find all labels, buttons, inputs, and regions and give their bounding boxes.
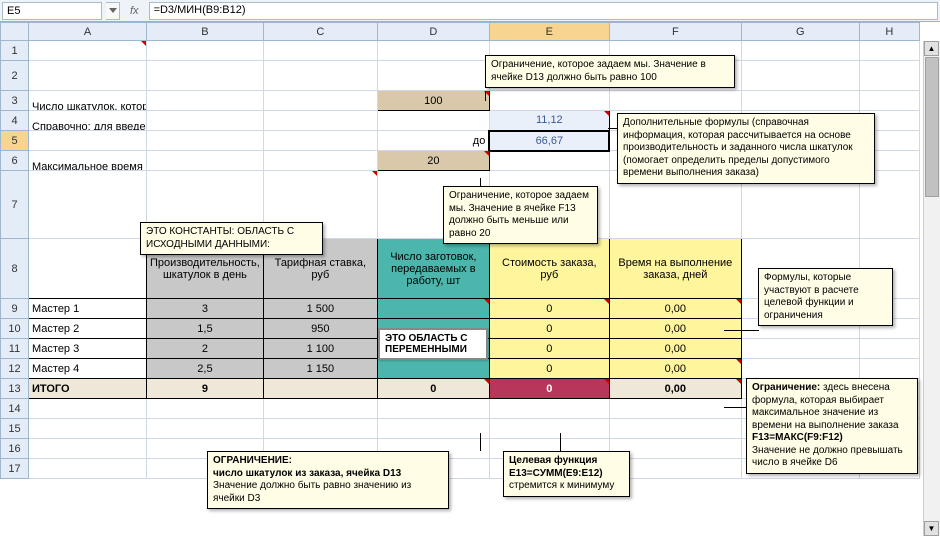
name-box-dropdown[interactable]: [106, 2, 120, 20]
cell-A10[interactable]: Мастер 2: [29, 319, 147, 339]
connector-line: [560, 433, 561, 451]
scroll-up-button[interactable]: ▲: [924, 41, 939, 56]
connector-line: [724, 407, 746, 408]
cell-A4[interactable]: Справочно: для введенного числа шкатулок…: [29, 111, 147, 131]
cell-B13[interactable]: 9: [147, 379, 264, 399]
col-header-G[interactable]: G: [741, 23, 859, 41]
cell-B9[interactable]: 3: [147, 299, 264, 319]
comment-formulas: Формулы, которые участвуют в расчете цел…: [758, 268, 893, 326]
cell-E5-selected[interactable]: 66,67: [489, 131, 609, 151]
vertical-scrollbar[interactable]: ▲ ▼: [923, 41, 940, 536]
col-header-F[interactable]: F: [609, 23, 741, 41]
formula-input[interactable]: =D3/МИН(B9:B12): [149, 2, 938, 20]
cell-C9[interactable]: 1 500: [263, 299, 377, 319]
label-max-time: Максимальное время выполнения заказа, дн…: [32, 161, 147, 171]
cell-E9[interactable]: 0: [489, 299, 609, 319]
comment-f13-constraint: Ограничение: здесь внесена формула, кото…: [746, 378, 918, 474]
fx-label[interactable]: fx: [124, 5, 145, 17]
chevron-down-icon: [109, 8, 117, 13]
connector-line: [608, 128, 617, 129]
cell-A13[interactable]: ИТОГО: [29, 379, 147, 399]
header-E8[interactable]: Стоимость заказа, руб: [489, 239, 609, 299]
cell-A1[interactable]: [29, 41, 147, 61]
cell-A3[interactable]: Число шкатулок, которые требуется произв…: [29, 91, 147, 111]
row-header-1[interactable]: 1: [1, 41, 29, 61]
comment-d6-constraint: Ограничение, которое задаем мы. Значение…: [443, 186, 598, 244]
connector-line: [724, 330, 759, 331]
col-header-A[interactable]: A: [29, 23, 147, 41]
scrollbar-thumb[interactable]: [925, 57, 939, 197]
col-header-D[interactable]: D: [377, 23, 489, 41]
cell-A11[interactable]: Мастер 3: [29, 339, 147, 359]
col-header-E[interactable]: E: [489, 23, 609, 41]
cell-E13[interactable]: 0: [489, 379, 609, 399]
cell-E4[interactable]: 11,12: [489, 111, 609, 131]
header-D8[interactable]: Число заготовок, передаваемых в работу, …: [377, 239, 489, 299]
connector-line: [480, 178, 481, 186]
comment-e13-objective: Целевая функция E13=СУММ(E9:E12) стремит…: [503, 451, 630, 497]
comment-d3-constraint: Ограничение, которое задаем мы. Значение…: [485, 55, 735, 88]
cell-F9[interactable]: 0,00: [609, 299, 741, 319]
name-box[interactable]: E5: [2, 2, 102, 20]
cell-F13[interactable]: 0,00: [609, 379, 741, 399]
connector-line: [480, 433, 481, 451]
label-ref-from: Справочно: для введенного числа шкатулок…: [32, 121, 147, 131]
cell-D5[interactable]: до: [377, 131, 489, 151]
scroll-down-button[interactable]: ▼: [924, 521, 939, 536]
comment-d13-constraint: ОГРАНИЧЕНИЕ: число шкатулок из заказа, я…: [207, 451, 449, 509]
col-header-B[interactable]: B: [147, 23, 264, 41]
cell-D3[interactable]: 100: [377, 91, 489, 111]
overlay-variables: ЭТО ОБЛАСТЬ С ПЕРЕМЕННЫМИ: [378, 328, 488, 360]
cell-A9[interactable]: Мастер 1: [29, 299, 147, 319]
cell-A12[interactable]: Мастер 4: [29, 359, 147, 379]
col-header-H[interactable]: H: [859, 23, 919, 41]
cell-D6[interactable]: 20: [377, 151, 489, 171]
comment-e4-info: Дополнительные формулы (справочная инфор…: [617, 113, 875, 184]
comment-constants: ЭТО КОНСТАНТЫ: ОБЛАСТЬ С ИСХОДНЫМИ ДАННЫ…: [140, 222, 323, 255]
cell-D9[interactable]: [377, 299, 489, 319]
cell-A6[interactable]: Максимальное время выполнения заказа, дн…: [29, 151, 147, 171]
label-boxes-needed: Число шкатулок, которые требуется произв…: [32, 101, 147, 111]
header-F8[interactable]: Время на выполнение заказа, дней: [609, 239, 741, 299]
select-all-corner[interactable]: [1, 23, 29, 41]
col-header-C[interactable]: C: [263, 23, 377, 41]
cell-D13[interactable]: 0: [377, 379, 489, 399]
connector-line: [485, 91, 486, 101]
formula-bar: E5 fx =D3/МИН(B9:B12): [0, 0, 940, 22]
